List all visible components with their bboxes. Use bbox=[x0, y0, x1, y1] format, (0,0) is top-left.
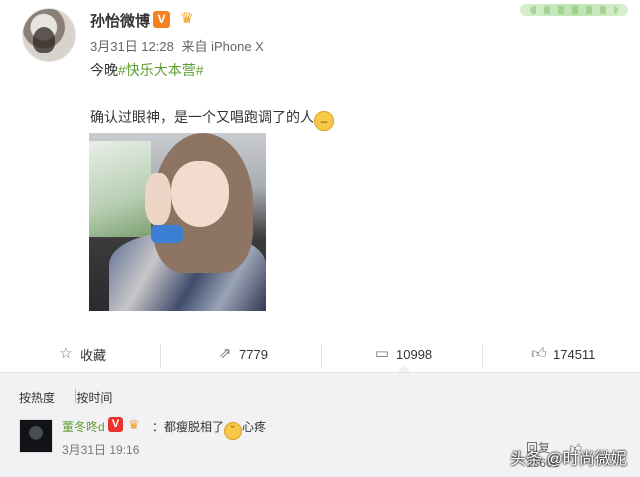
post-meta: 3月31日 12:28 来自 iPhone X bbox=[90, 36, 264, 55]
comment-time: 3月31日 19:16 bbox=[62, 443, 140, 457]
comment-button[interactable]: ▭ 10998 bbox=[374, 340, 432, 368]
repost-button[interactable]: ⇗ 7779 bbox=[217, 340, 268, 368]
user-avatar[interactable] bbox=[22, 8, 76, 62]
thumbs-up-icon: 👍︎ bbox=[531, 345, 547, 362]
commenter-name[interactable]: 董冬咚d bbox=[62, 418, 105, 435]
watermark: 头条 @时尚微妮 bbox=[510, 451, 627, 468]
post-source: 来自 iPhone X bbox=[181, 39, 264, 54]
comment-text: ：都瘦脱相了 ˘ 心疼 bbox=[152, 418, 266, 440]
photo-window bbox=[89, 141, 151, 237]
comment-sort-tabs: 按热度 按时间 bbox=[19, 389, 130, 406]
verified-badge-icon: V bbox=[153, 11, 170, 28]
crown-icon: ♛ bbox=[180, 10, 194, 27]
like-button[interactable]: 👍︎ 174511 bbox=[531, 340, 595, 368]
photo-hand bbox=[145, 173, 171, 225]
comment-count: 10998 bbox=[396, 346, 433, 362]
like-count: 174511 bbox=[553, 346, 596, 362]
crying-emoji-icon: ˘ bbox=[224, 422, 243, 440]
divider bbox=[160, 344, 161, 368]
verified-badge-icon: V bbox=[108, 417, 123, 432]
commenter-avatar[interactable] bbox=[19, 419, 53, 453]
post-text-line1: 今晚#快乐大本营# bbox=[90, 60, 204, 80]
photo-watch bbox=[151, 225, 183, 243]
sort-hot-tab[interactable]: 按热度 bbox=[19, 391, 55, 405]
divider bbox=[75, 389, 76, 403]
photo-face bbox=[171, 161, 229, 227]
post-text-line2: 确认过眼神，是一个又唱跑调了的人 – bbox=[90, 107, 334, 131]
favorite-button[interactable]: ☆ 收藏 bbox=[58, 340, 106, 368]
comment-text-main: ：都瘦脱相了 bbox=[152, 420, 225, 434]
post-text-prefix: 今晚 bbox=[90, 62, 118, 78]
post-text: 确认过眼神，是一个又唱跑调了的人 bbox=[90, 109, 314, 125]
divider bbox=[482, 344, 483, 368]
username[interactable]: 孙怡微博 bbox=[90, 10, 150, 31]
comment-text-tail: 心疼 bbox=[242, 420, 267, 434]
share-icon: ⇗ bbox=[218, 345, 232, 362]
decoration-banner bbox=[520, 4, 628, 16]
star-icon: ☆ bbox=[59, 345, 73, 362]
post-photo[interactable] bbox=[89, 133, 266, 311]
divider bbox=[321, 344, 322, 368]
comment-caret bbox=[397, 365, 411, 372]
weibo-post: 孙怡微博 V ♛ 3月31日 12:28 来自 iPhone X 今晚#快乐大本… bbox=[0, 0, 640, 372]
repost-count: 7779 bbox=[239, 346, 268, 362]
post-date[interactable]: 3月31日 12:28 bbox=[90, 39, 174, 54]
action-bar: ☆ 收藏 ⇗ 7779 ▭ 10998 👍︎ 174511 bbox=[0, 340, 640, 368]
smile-emoji-icon: – bbox=[314, 111, 334, 131]
sort-time-tab[interactable]: 按时间 bbox=[76, 391, 112, 405]
comment-icon: ▭ bbox=[374, 345, 390, 362]
favorite-label: 收藏 bbox=[80, 347, 107, 363]
crown-icon: ♛ bbox=[128, 417, 140, 432]
topic-link[interactable]: #快乐大本营# bbox=[118, 62, 204, 78]
